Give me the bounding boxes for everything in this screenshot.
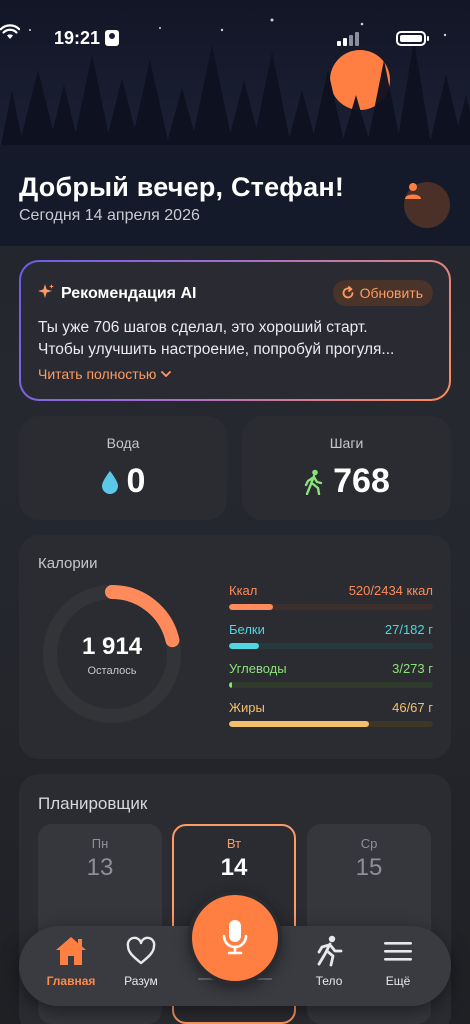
cellular-signal-icon bbox=[337, 32, 361, 46]
water-drop-icon bbox=[101, 470, 118, 494]
macro-bar bbox=[229, 604, 433, 610]
night-forest-header: 19:21 Добрый вечер, Стефан! Сегодня 14 а… bbox=[0, 0, 470, 246]
macro-bar bbox=[229, 721, 433, 727]
ai-recommendation-text: Ты уже 706 шагов сделал, это хороший ста… bbox=[38, 317, 438, 361]
macro-name: Жиры bbox=[229, 700, 265, 715]
microphone-icon bbox=[222, 920, 248, 955]
voice-input-button[interactable] bbox=[188, 891, 282, 985]
macro-value: 27/182 г bbox=[384, 622, 433, 637]
macro-protein: Белки 27/182 г bbox=[229, 622, 433, 649]
person-badge-icon bbox=[105, 30, 119, 46]
macro-kcal: Ккал 520/2434 ккал bbox=[229, 583, 433, 610]
read-more-link[interactable]: Читать полностью bbox=[38, 366, 172, 382]
calories-title: Калории bbox=[38, 555, 98, 572]
battery-icon bbox=[396, 31, 429, 46]
steps-label: Шаги bbox=[329, 435, 364, 451]
macro-value: 46/67 г bbox=[392, 700, 433, 715]
water-label: Вода bbox=[106, 435, 140, 451]
steps-card[interactable]: Шаги 768 bbox=[242, 416, 451, 520]
steps-value: 768 bbox=[333, 462, 390, 500]
today-date: Сегодня 14 апреля 2026 bbox=[19, 207, 200, 224]
macro-bar-fill bbox=[229, 682, 233, 688]
ai-card-title: Рекомендация AI bbox=[61, 285, 197, 302]
walking-icon bbox=[304, 469, 323, 495]
tab-label: Главная bbox=[46, 974, 96, 988]
planner-title: Планировщик bbox=[38, 794, 148, 813]
macro-carbs: Углеводы 3/273 г bbox=[229, 661, 433, 688]
sparkle-icon bbox=[38, 284, 54, 298]
day-name: Пн bbox=[91, 836, 109, 851]
status-time: 19:21 bbox=[54, 28, 101, 48]
tab-more[interactable]: Ещё bbox=[362, 934, 434, 994]
profile-button[interactable] bbox=[404, 182, 450, 228]
home-screen: 19:21 Добрый вечер, Стефан! Сегодня 14 а… bbox=[0, 0, 470, 1024]
macro-bar-fill bbox=[229, 604, 273, 610]
day-date: 13 bbox=[86, 854, 114, 881]
water-card[interactable]: Вода 0 bbox=[19, 416, 227, 520]
tab-home[interactable]: Главная bbox=[35, 934, 107, 994]
heart-icon bbox=[126, 936, 156, 965]
calories-remaining: 1 914 bbox=[81, 633, 143, 660]
macro-name: Ккал bbox=[229, 583, 258, 598]
tab-mind[interactable]: Разум bbox=[105, 934, 177, 994]
macro-bar bbox=[229, 643, 433, 649]
user-icon bbox=[405, 183, 421, 199]
tab-body[interactable]: Тело bbox=[293, 934, 365, 994]
home-icon bbox=[56, 937, 86, 965]
wifi-icon bbox=[0, 24, 20, 39]
refresh-label: Обновить bbox=[359, 285, 423, 301]
ai-text-line-2: Чтобы улучшить настроение, попробуй прог… bbox=[38, 341, 395, 358]
day-name: Ср bbox=[360, 836, 378, 851]
ai-recommendation-card: Рекомендация AI Обновить Ты уже 706 шаго… bbox=[19, 260, 451, 401]
day-date: 14 bbox=[220, 854, 248, 881]
greeting-title: Добрый вечер, Стефан! bbox=[19, 172, 345, 202]
calories-remaining-label: Осталось bbox=[87, 665, 137, 677]
day-name: Вт bbox=[226, 836, 242, 851]
macro-fat: Жиры 46/67 г bbox=[229, 700, 433, 727]
macro-bar bbox=[229, 682, 433, 688]
water-value: 0 bbox=[126, 462, 146, 500]
status-bar: 19:21 bbox=[0, 24, 470, 54]
day-date: 15 bbox=[355, 854, 383, 881]
refresh-icon bbox=[342, 286, 354, 299]
macro-value: 3/273 г bbox=[392, 661, 433, 676]
macro-value: 520/2434 ккал bbox=[348, 583, 433, 598]
tab-label: Ещё bbox=[385, 974, 411, 988]
chevron-down-icon bbox=[161, 371, 172, 377]
macro-name: Углеводы bbox=[229, 661, 287, 676]
menu-icon bbox=[384, 942, 412, 961]
read-more-label: Читать полностью bbox=[38, 366, 157, 382]
refresh-button[interactable]: Обновить bbox=[332, 280, 433, 306]
macro-bar-fill bbox=[229, 643, 260, 649]
tab-label: Разум bbox=[124, 974, 158, 988]
running-icon bbox=[317, 935, 343, 967]
calories-card[interactable]: Калории 1 914 Осталось Ккал 520/2434 ккал… bbox=[19, 535, 451, 759]
tab-label: Тело bbox=[315, 974, 343, 988]
macro-bar-fill bbox=[229, 721, 370, 727]
ai-text-line-1: Ты уже 706 шагов сделал, это хороший ста… bbox=[38, 319, 368, 336]
macro-name: Белки bbox=[229, 622, 265, 637]
